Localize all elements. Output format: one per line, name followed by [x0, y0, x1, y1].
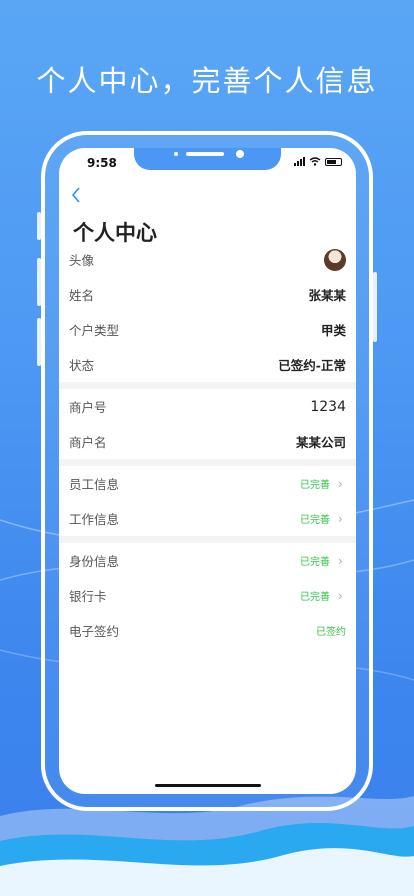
chevron-right-icon: ›: [338, 588, 343, 603]
e-sign-status: 已签约: [316, 627, 346, 638]
avatar[interactable]: [324, 248, 346, 271]
headline: 个人中心，完善个人信息: [36, 64, 378, 98]
status-icons: [294, 157, 342, 166]
merchant-id-row: 商户号 1234: [59, 389, 356, 424]
signal-icon: [294, 157, 305, 166]
e-sign-label: 电子签约: [69, 624, 120, 639]
name-value: 张某某: [308, 288, 346, 303]
account-type-row: 个户类型 甲类: [59, 312, 356, 347]
state-value: 已签约-正常: [278, 358, 346, 373]
state-label: 状态: [69, 358, 95, 373]
account-type-value: 甲类: [320, 323, 346, 338]
chevron-left-icon: [71, 187, 80, 203]
chevron-right-icon: ›: [338, 553, 343, 568]
home-indicator[interactable]: [155, 784, 261, 787]
phone-side-button: [373, 272, 377, 342]
avatar-label: 头像: [69, 253, 95, 268]
identity-info-row[interactable]: 身份信息 已完善 ›: [59, 543, 356, 578]
state-row: 状态 已签约-正常: [59, 347, 356, 382]
battery-icon: [325, 157, 342, 166]
merchant-id-label: 商户号: [69, 400, 107, 415]
wifi-icon: [309, 157, 321, 166]
avatar-row[interactable]: 头像: [59, 242, 356, 277]
bank-card-label: 银行卡: [69, 589, 107, 604]
work-info-status: 已完善: [300, 515, 330, 526]
chevron-right-icon: ›: [338, 476, 343, 491]
employee-info-row[interactable]: 员工信息 已完善 ›: [59, 466, 356, 501]
identity-info-label: 身份信息: [69, 554, 120, 569]
merchant-name-label: 商户名: [69, 435, 107, 450]
merchant-id-value: 1234: [310, 398, 346, 415]
identity-info-status: 已完善: [300, 557, 330, 568]
bank-card-row[interactable]: 银行卡 已完善 ›: [59, 578, 356, 613]
e-sign-row[interactable]: 电子签约 已签约: [59, 613, 356, 648]
phone-screen: 9:58 个人中心 头像 姓名 张某某 个户类型 甲类 状态 已签约-正常 商户…: [59, 148, 356, 794]
chevron-right-icon: ›: [338, 511, 343, 526]
work-info-label: 工作信息: [69, 512, 120, 527]
section-divider: [59, 536, 356, 543]
name-label: 姓名: [69, 288, 95, 303]
back-button[interactable]: [71, 184, 81, 208]
name-row: 姓名 张某某: [59, 277, 356, 312]
employee-info-status: 已完善: [300, 480, 330, 491]
account-type-label: 个户类型: [69, 323, 120, 338]
phone-notch: [134, 148, 281, 170]
status-time: 9:58: [87, 156, 117, 170]
merchant-name-value: 某某公司: [295, 435, 346, 450]
work-info-row[interactable]: 工作信息 已完善 ›: [59, 501, 356, 536]
section-divider: [59, 459, 356, 466]
section-divider: [59, 382, 356, 389]
merchant-name-row: 商户名 某某公司: [59, 424, 356, 459]
bank-card-status: 已完善: [300, 592, 330, 603]
employee-info-label: 员工信息: [69, 477, 120, 492]
